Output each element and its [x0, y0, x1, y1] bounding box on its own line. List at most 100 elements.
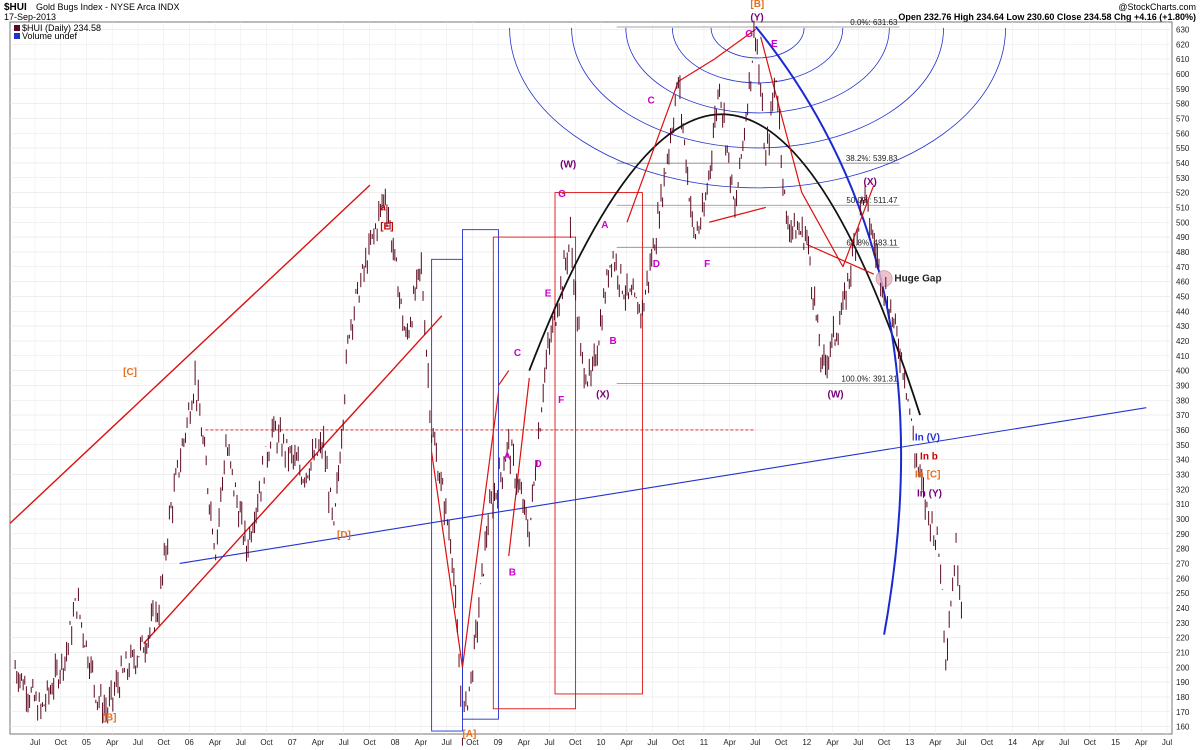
annotation-label: In b	[920, 452, 938, 463]
x-tick-label: 07	[288, 738, 297, 747]
x-tick-label: Jul	[956, 738, 966, 747]
x-tick-label: Apr	[621, 738, 634, 747]
index-name: Gold Bugs Index - NYSE Arca INDX	[36, 2, 180, 12]
annotation-label: B	[509, 567, 516, 578]
stock-chart: $HUI Gold Bugs Index - NYSE Arca INDX 17…	[4, 0, 1196, 747]
annotation-label: [B]	[750, 0, 764, 10]
annotation-label: D	[653, 259, 660, 270]
x-tick-label: Oct	[878, 738, 891, 747]
y-tick-label: 490	[1176, 233, 1190, 242]
y-tick-label: 460	[1176, 278, 1190, 287]
annotation-label: (W)	[828, 389, 844, 400]
y-tick-label: 510	[1176, 203, 1190, 212]
y-tick-label: 240	[1176, 604, 1190, 613]
x-tick-label: Oct	[569, 738, 582, 747]
x-tick-label: Jul	[544, 738, 554, 747]
x-tick-label: 05	[82, 738, 91, 747]
x-tick-label: Apr	[1032, 738, 1045, 747]
y-tick-label: 350	[1176, 441, 1190, 450]
legend-price-swatch	[14, 25, 20, 31]
fib-level-label: 100.0%: 391.31	[841, 374, 898, 383]
annotation-label: In [C]	[915, 469, 941, 480]
x-tick-label: Jul	[133, 738, 143, 747]
annotation-label: [E]	[380, 222, 393, 233]
y-tick-label: 300	[1176, 515, 1190, 524]
huge-gap-marker	[875, 270, 893, 288]
annotation-label: G	[745, 29, 753, 40]
y-tick-label: 320	[1176, 485, 1190, 494]
y-tick-label: 440	[1176, 307, 1190, 316]
x-tick-label: Apr	[518, 738, 531, 747]
y-tick-label: 160	[1176, 723, 1190, 732]
x-tick-label: Jul	[442, 738, 452, 747]
annotation-label: [A]	[462, 729, 476, 740]
y-tick-label: 230	[1176, 619, 1190, 628]
y-tick-label: 600	[1176, 70, 1190, 79]
annotation-label: [D]	[337, 530, 351, 541]
annotation-label: A	[601, 220, 608, 231]
annotation-label: (Y)	[750, 13, 763, 24]
y-tick-label: 430	[1176, 322, 1190, 331]
annotation-label: Huge Gap	[894, 274, 941, 285]
y-tick-label: 370	[1176, 411, 1190, 420]
y-tick-label: 380	[1176, 396, 1190, 405]
fib-level-label: 50.0%: 511.47	[846, 196, 898, 205]
y-tick-label: 280	[1176, 545, 1190, 554]
y-tick-label: 540	[1176, 159, 1190, 168]
y-tick-label: 360	[1176, 426, 1190, 435]
y-tick-label: 550	[1176, 144, 1190, 153]
x-tick-label: 09	[494, 738, 503, 747]
x-tick-label: 15	[1111, 738, 1120, 747]
y-tick-label: 310	[1176, 500, 1190, 509]
y-tick-label: 220	[1176, 634, 1190, 643]
y-tick-label: 210	[1176, 648, 1190, 657]
y-tick-label: 560	[1176, 129, 1190, 138]
y-tick-label: 610	[1176, 55, 1190, 64]
y-tick-label: 170	[1176, 708, 1190, 717]
y-tick-label: 190	[1176, 678, 1190, 687]
y-tick-label: 450	[1176, 292, 1190, 301]
x-tick-label: Jul	[1162, 738, 1172, 747]
x-tick-label: Oct	[363, 738, 376, 747]
x-tick-label: Oct	[1084, 738, 1097, 747]
x-tick-label: 10	[597, 738, 606, 747]
x-tick-label: Oct	[775, 738, 788, 747]
x-tick-label: Apr	[929, 738, 942, 747]
x-tick-label: Apr	[826, 738, 839, 747]
chart-date: 17-Sep-2013	[4, 12, 56, 22]
y-tick-label: 260	[1176, 574, 1190, 583]
x-tick-label: Apr	[209, 738, 222, 747]
annotation-label: B	[610, 336, 617, 347]
y-axis: 160 170 180 190 200 210 220 230 240 250 260 270 280 2…	[1176, 25, 1190, 731]
x-tick-label: Jul	[647, 738, 657, 747]
legend-volume-swatch	[14, 33, 20, 39]
x-tick-label: 11	[700, 738, 709, 747]
y-tick-label: 250	[1176, 589, 1190, 598]
y-tick-label: 470	[1176, 263, 1190, 272]
x-tick-label: Apr	[312, 738, 325, 747]
y-tick-label: 270	[1176, 559, 1190, 568]
legend-volume: Volume undef	[22, 31, 78, 41]
fib-level-label: 38.2%: 539.83	[846, 154, 898, 163]
y-tick-label: 340	[1176, 456, 1190, 465]
annotation-label: C	[514, 348, 521, 359]
y-tick-label: 630	[1176, 25, 1190, 34]
y-tick-label: 580	[1176, 100, 1190, 109]
y-tick-label: 180	[1176, 693, 1190, 702]
x-tick-label: Jul	[339, 738, 349, 747]
x-tick-label: Oct	[260, 738, 273, 747]
x-tick-label: Oct	[672, 738, 685, 747]
ohlc-readout: Open 232.76 High 234.64 Low 230.60 Close…	[898, 12, 1196, 22]
annotation-label: F	[558, 395, 564, 406]
annotation-label: E	[545, 288, 552, 299]
source-logo: @StockCharts.com	[1118, 2, 1196, 12]
annotation-label: E	[771, 39, 778, 50]
annotation-label: F	[704, 259, 710, 270]
y-tick-label: 390	[1176, 381, 1190, 390]
x-tick-label: Jul	[30, 738, 40, 747]
y-tick-label: 590	[1176, 85, 1190, 94]
annotation-label: In (Y)	[917, 489, 942, 500]
y-tick-label: 200	[1176, 663, 1190, 672]
y-tick-label: 570	[1176, 114, 1190, 123]
x-tick-label: Oct	[981, 738, 994, 747]
